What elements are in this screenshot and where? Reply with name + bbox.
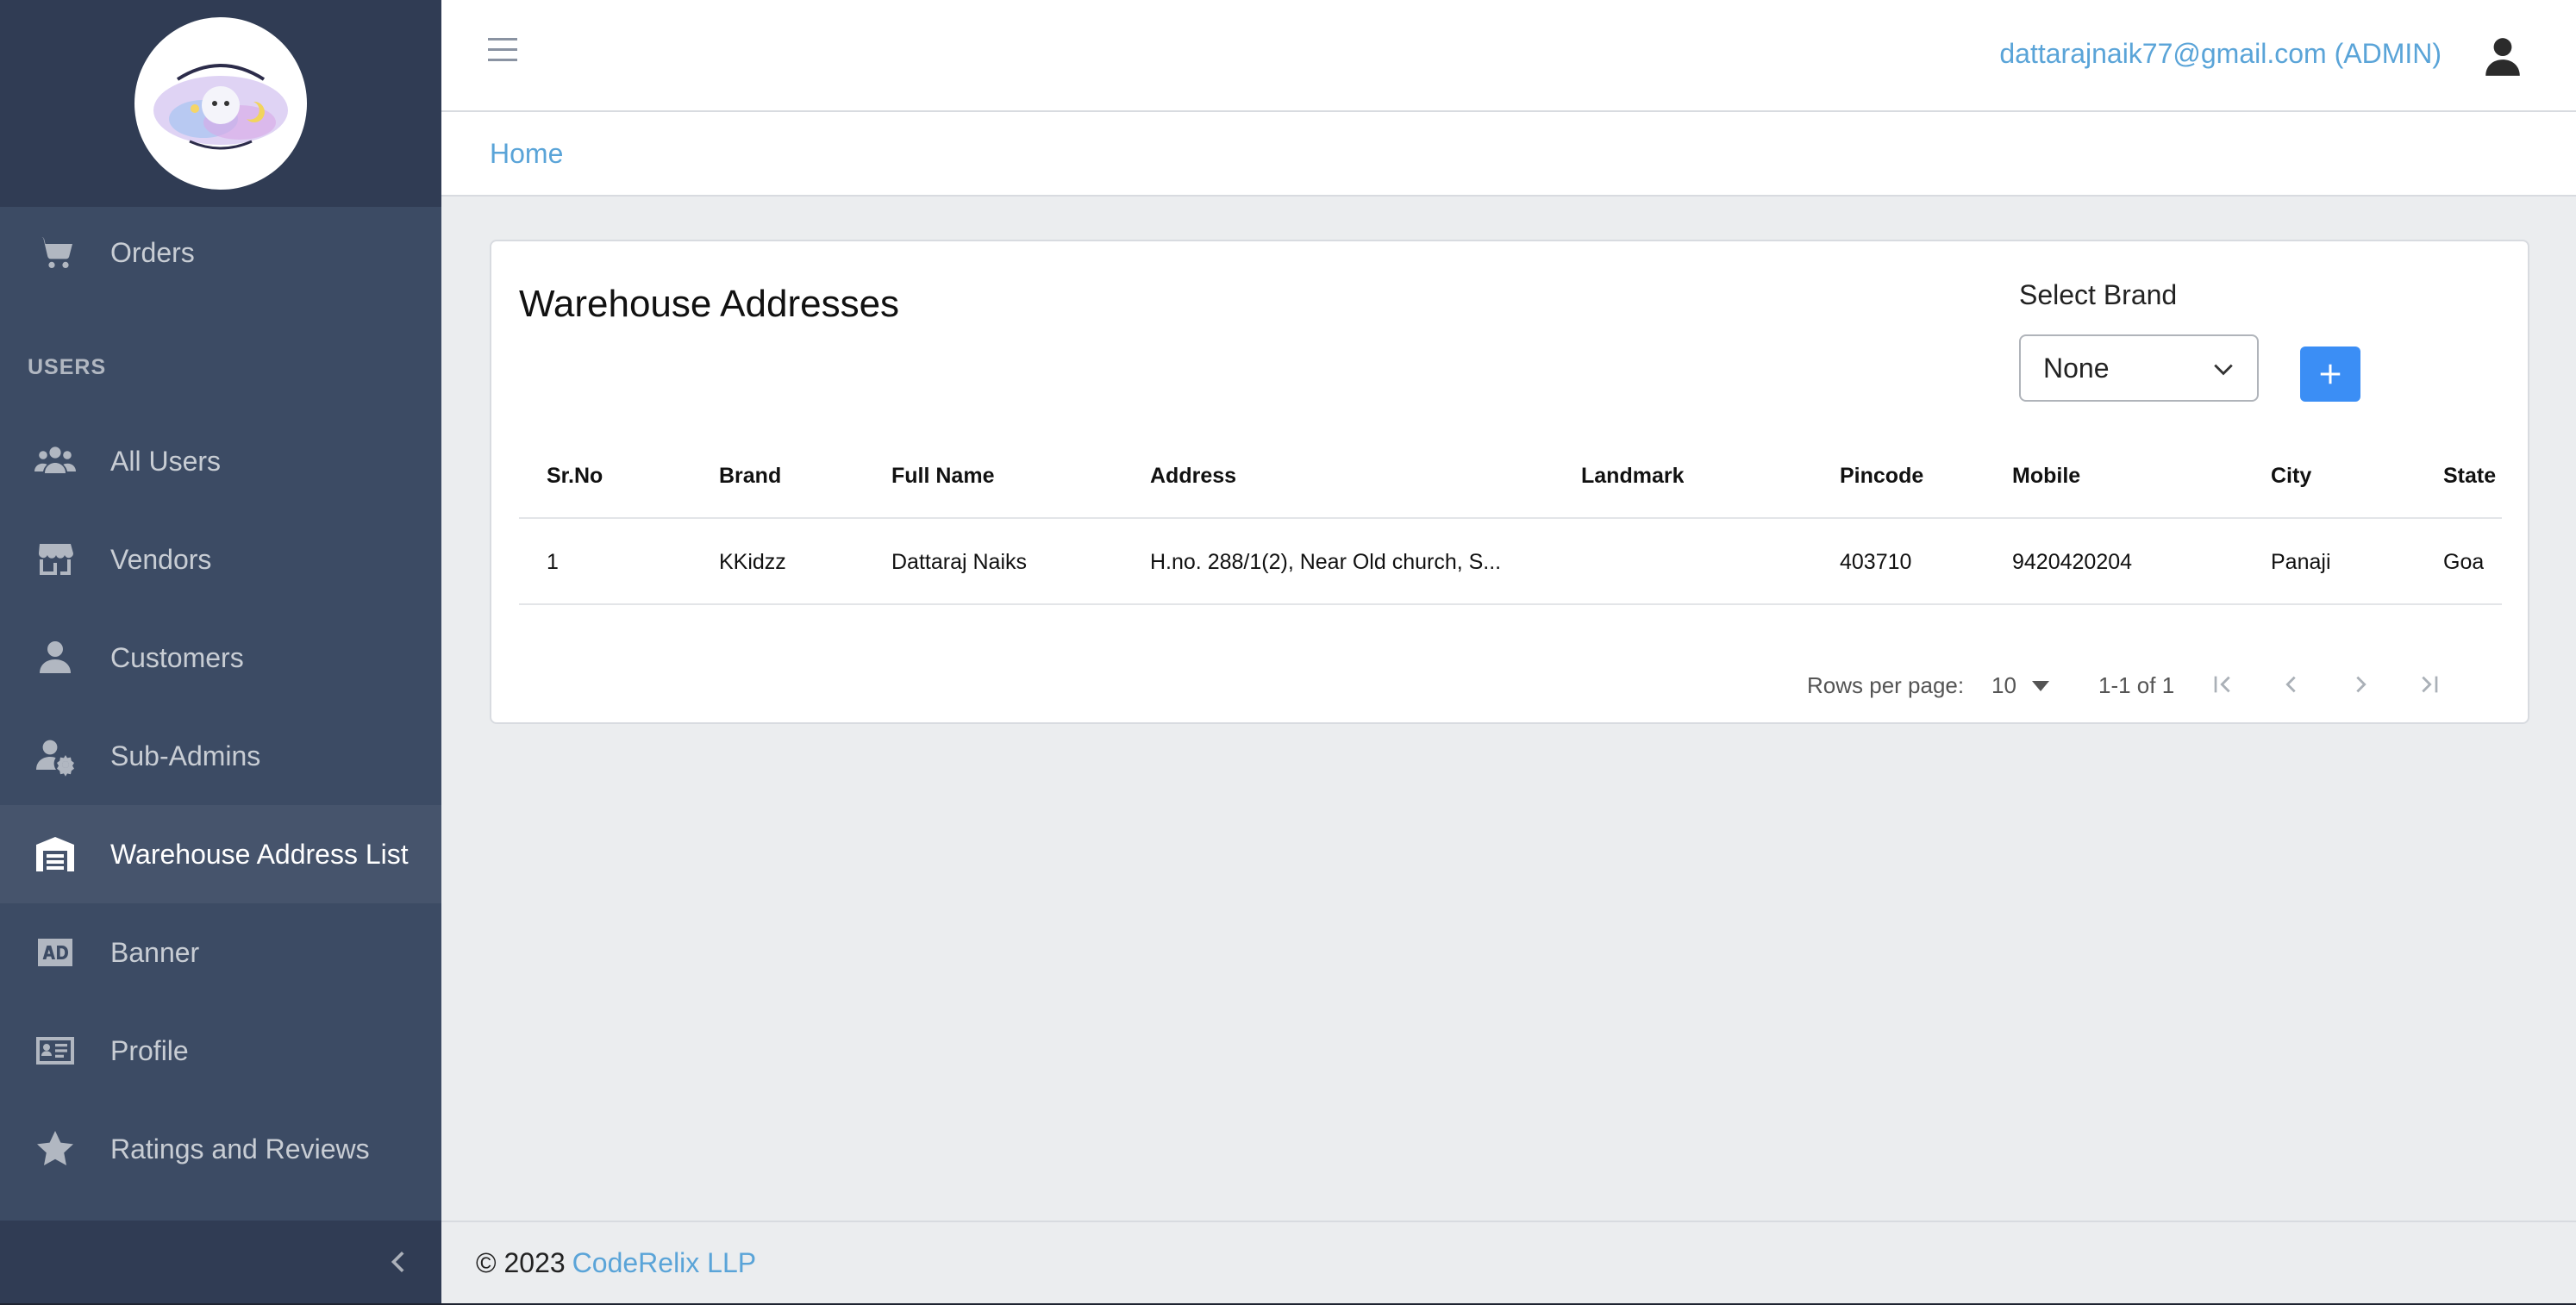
user-gear-icon bbox=[29, 730, 81, 782]
id-card-icon bbox=[29, 1025, 81, 1077]
page-info: 1-1 of 1 bbox=[2098, 672, 2175, 698]
page-title: Warehouse Addresses bbox=[519, 283, 900, 325]
star-icon bbox=[29, 1123, 81, 1175]
footer-company-link[interactable]: CodeRelix LLP bbox=[572, 1247, 756, 1279]
sidebar-item-label: Orders bbox=[110, 236, 195, 268]
sidebar-item-label: Banner bbox=[110, 936, 200, 968]
warehouse-table: Sr.No Brand Full Name Address Landmark P… bbox=[519, 433, 2502, 605]
table-pagination: Rows per page: 10 1-1 of 1 bbox=[519, 672, 2502, 724]
column-header-mobile[interactable]: Mobile bbox=[2012, 433, 2080, 519]
sidebar: Orders USERS All Users Vendors Customers bbox=[0, 0, 441, 1303]
sidebar-item-label: Vendors bbox=[110, 543, 212, 575]
column-header-sr-no[interactable]: Sr.No bbox=[547, 433, 603, 519]
plus-icon bbox=[2320, 364, 2341, 384]
sidebar-item-warehouse-address-list[interactable]: Warehouse Address List bbox=[0, 805, 441, 903]
menu-toggle-icon[interactable] bbox=[488, 38, 517, 67]
add-warehouse-button[interactable] bbox=[2300, 347, 2360, 402]
store-icon bbox=[29, 534, 81, 585]
cart-icon bbox=[29, 227, 81, 278]
previous-page-button[interactable] bbox=[2274, 667, 2309, 702]
sidebar-item-orders[interactable]: Orders bbox=[0, 203, 441, 302]
users-icon bbox=[29, 435, 81, 487]
cell-mobile: 9420420204 bbox=[2012, 549, 2133, 574]
user-avatar-icon[interactable] bbox=[2481, 34, 2524, 78]
sidebar-item-profile[interactable]: Profile bbox=[0, 1002, 441, 1100]
first-page-button[interactable] bbox=[2205, 667, 2240, 702]
first-page-icon bbox=[2214, 676, 2230, 693]
column-header-landmark[interactable]: Landmark bbox=[1581, 433, 1684, 519]
select-brand-label: Select Brand bbox=[2019, 279, 2178, 310]
cell-pincode: 403710 bbox=[1840, 549, 1912, 574]
rows-per-page-select[interactable]: 10 bbox=[1991, 672, 2049, 699]
cell-state: Goa bbox=[2443, 549, 2485, 574]
rows-per-page-value: 10 bbox=[1991, 672, 2016, 698]
last-page-button[interactable] bbox=[2412, 667, 2447, 702]
sidebar-brand[interactable] bbox=[0, 0, 441, 207]
column-header-state[interactable]: State bbox=[2443, 433, 2496, 519]
footer-copyright: © 2023 bbox=[476, 1246, 566, 1278]
breadcrumb-home[interactable]: Home bbox=[490, 138, 563, 170]
cell-brand: KKidzz bbox=[719, 549, 786, 574]
ad-icon bbox=[29, 927, 81, 978]
user-icon bbox=[29, 632, 81, 684]
warehouse-card: Warehouse Addresses Select Brand None Sr… bbox=[490, 240, 2529, 724]
table-header: Sr.No Brand Full Name Address Landmark P… bbox=[519, 433, 2502, 519]
last-page-icon bbox=[2422, 676, 2438, 693]
brand-select-value: None bbox=[2043, 352, 2110, 384]
chevron-down-icon bbox=[2214, 364, 2233, 376]
cell-sr-no: 1 bbox=[547, 549, 559, 574]
sidebar-item-label: All Users bbox=[110, 445, 222, 477]
breadcrumb-bar: Home bbox=[441, 112, 2576, 197]
next-page-button[interactable] bbox=[2343, 667, 2378, 702]
column-header-city[interactable]: City bbox=[2271, 433, 2311, 519]
rows-per-page-label: Rows per page: bbox=[1807, 672, 1965, 698]
cell-address: H.no. 288/1(2), Near Old church, S... bbox=[1150, 549, 1502, 574]
sidebar-item-all-users[interactable]: All Users bbox=[0, 412, 441, 510]
main-content: dattarajnaik77@gmail.com (ADMIN) Home Wa… bbox=[441, 0, 2576, 1303]
column-header-full-name[interactable]: Full Name bbox=[891, 433, 994, 519]
sidebar-item-label: Customers bbox=[110, 641, 244, 673]
sidebar-item-label: Ratings and Reviews bbox=[110, 1133, 370, 1165]
sidebar-item-vendors[interactable]: Vendors bbox=[0, 510, 441, 609]
table-row[interactable]: 1 KKidzz Dattaraj Naiks H.no. 288/1(2), … bbox=[519, 519, 2502, 605]
sidebar-item-customers[interactable]: Customers bbox=[0, 609, 441, 707]
footer: © 2023 CodeRelix LLP bbox=[441, 1221, 2576, 1303]
brand-logo bbox=[134, 17, 307, 190]
sidebar-item-label: Profile bbox=[110, 1034, 189, 1066]
sidebar-item-label: Sub-Admins bbox=[110, 740, 261, 771]
user-email-link[interactable]: dattarajnaik77@gmail.com (ADMIN) bbox=[1999, 38, 2442, 70]
caret-down-icon bbox=[2031, 680, 2049, 691]
chevron-left-icon bbox=[2285, 676, 2296, 693]
app-window: Orders USERS All Users Vendors Customers bbox=[0, 0, 2576, 1303]
top-header: dattarajnaik77@gmail.com (ADMIN) bbox=[441, 0, 2576, 112]
sidebar-item-label: Warehouse Address List bbox=[110, 838, 409, 870]
sidebar-item-ratings-and-reviews[interactable]: Ratings and Reviews bbox=[0, 1100, 441, 1198]
sidebar-minimize-button[interactable] bbox=[0, 1221, 441, 1303]
chevron-left-icon bbox=[391, 1251, 404, 1273]
column-header-address[interactable]: Address bbox=[1150, 433, 1236, 519]
nav-section-title: USERS bbox=[28, 355, 107, 379]
chevron-right-icon bbox=[2356, 676, 2367, 693]
sidebar-item-banner[interactable]: Banner bbox=[0, 903, 441, 1002]
cell-full-name: Dattaraj Naiks bbox=[891, 549, 1027, 574]
brand-select[interactable]: None bbox=[2019, 334, 2259, 402]
sidebar-item-sub-admins[interactable]: Sub-Admins bbox=[0, 707, 441, 805]
column-header-brand[interactable]: Brand bbox=[719, 433, 781, 519]
column-header-pincode[interactable]: Pincode bbox=[1840, 433, 1923, 519]
warehouse-icon bbox=[29, 828, 81, 880]
cell-city: Panaji bbox=[2271, 549, 2331, 574]
